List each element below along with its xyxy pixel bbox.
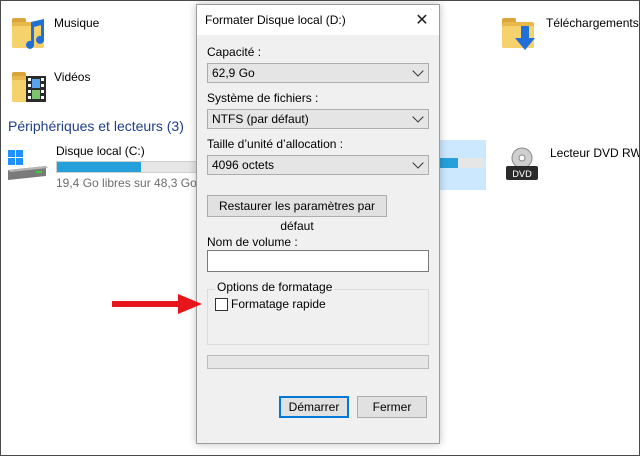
folder-item-musique[interactable]: Musique <box>10 10 99 54</box>
folder-item-telechargements[interactable]: Téléchargements <box>500 10 639 54</box>
filesystem-select[interactable]: NTFS (par défaut) <box>207 109 429 129</box>
dialog-titlebar[interactable]: Formater Disque local (D:) ✕ <box>197 5 439 35</box>
drive-item-dvd[interactable]: DVD Lecteur DVD RW (E <box>500 146 640 190</box>
allocation-value: 4096 octets <box>212 158 275 172</box>
video-folder-icon <box>10 64 46 108</box>
format-dialog: Formater Disque local (D:) ✕ Capacité : … <box>196 4 440 444</box>
folder-label: Vidéos <box>54 70 91 84</box>
drive-usage-bar <box>56 161 198 173</box>
restore-defaults-button[interactable]: Restaurer les paramètres par défaut <box>207 195 387 233</box>
filesystem-value: NTFS (par défaut) <box>212 112 309 126</box>
allocation-select[interactable]: 4096 octets <box>207 155 429 175</box>
quick-format-checkbox[interactable] <box>215 297 228 311</box>
music-folder-icon <box>10 10 46 54</box>
drive-d-usage-bar <box>436 158 484 168</box>
folder-item-videos[interactable]: Vidéos <box>10 64 90 108</box>
volume-name-input[interactable] <box>207 250 429 272</box>
chevron-down-icon <box>412 157 424 169</box>
format-options-legend: Options de formatage <box>215 280 335 294</box>
quick-format-label: Formatage rapide <box>231 297 326 311</box>
start-button[interactable]: Démarrer <box>279 396 349 418</box>
chevron-down-icon <box>412 111 424 123</box>
dialog-title: Formater Disque local (D:) <box>205 13 346 27</box>
capacity-value: 62,9 Go <box>212 66 255 80</box>
close-button[interactable]: Fermer <box>357 396 427 418</box>
close-icon[interactable]: ✕ <box>405 5 439 35</box>
format-progress-bar <box>207 355 429 369</box>
capacity-label: Capacité : <box>207 45 262 59</box>
section-title-devices[interactable]: Périphériques et lecteurs (3) <box>8 118 184 134</box>
drive-free-space: 19,4 Go libres sur 48,3 Go <box>56 176 197 190</box>
drive-name: Lecteur DVD RW (E <box>550 146 640 160</box>
volume-label: Nom de volume : <box>207 235 298 249</box>
allocation-label: Taille d’unité d’allocation : <box>207 137 344 151</box>
folder-label: Musique <box>54 16 100 30</box>
folder-label: Téléchargements <box>546 16 639 30</box>
downloads-folder-icon <box>500 10 536 54</box>
drive-item-c[interactable]: Disque local (C:) 19,4 Go libres sur 48,… <box>6 144 206 194</box>
drive-name: Disque local (C:) <box>56 144 145 158</box>
chevron-down-icon <box>412 65 424 77</box>
quick-format-row[interactable]: Formatage rapide <box>215 297 326 311</box>
filesystem-label: Système de fichiers : <box>207 91 319 105</box>
dvd-drive-icon: DVD <box>506 147 538 180</box>
capacity-select[interactable]: 62,9 Go <box>207 63 429 83</box>
windows-drive-icon <box>8 150 48 180</box>
red-arrow-annotation <box>112 294 202 314</box>
dvd-badge: DVD <box>512 170 532 180</box>
